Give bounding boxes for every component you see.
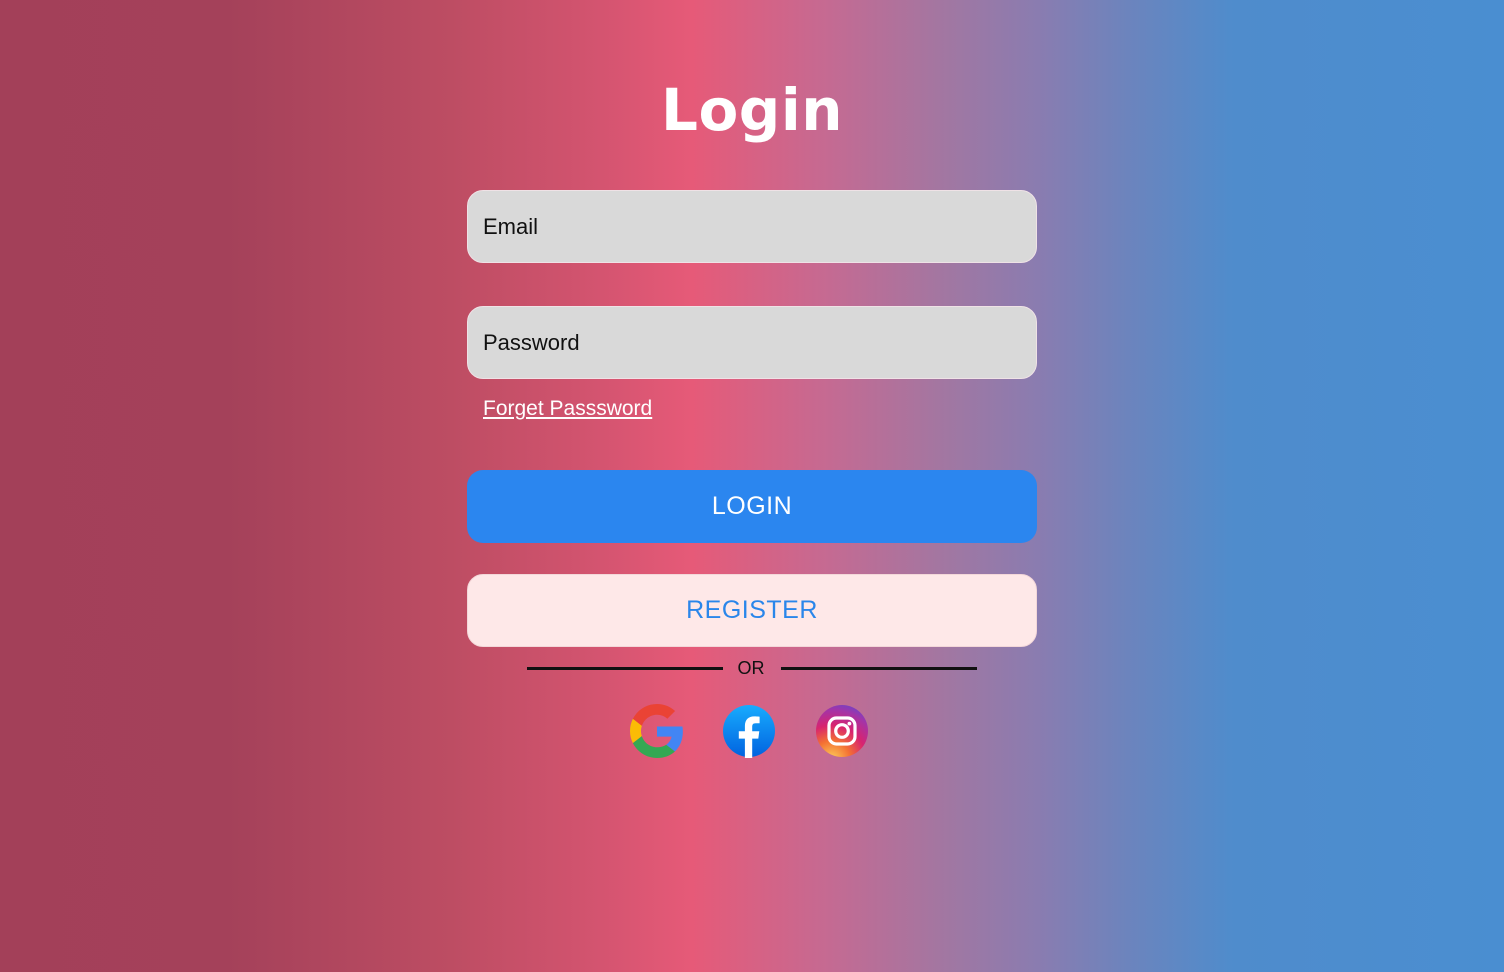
password-field-container[interactable] xyxy=(467,306,1037,379)
instagram-icon xyxy=(816,705,868,757)
email-field-container[interactable] xyxy=(467,190,1037,263)
divider-line-right xyxy=(781,667,977,670)
instagram-login-button[interactable] xyxy=(815,704,869,758)
facebook-login-button[interactable] xyxy=(722,704,776,758)
page-title: Login xyxy=(661,76,843,144)
email-input[interactable] xyxy=(483,191,1036,262)
google-login-button[interactable] xyxy=(630,704,684,758)
google-icon xyxy=(630,704,683,758)
divider-line-left xyxy=(527,667,723,670)
login-button[interactable]: LOGIN xyxy=(467,470,1037,543)
password-input[interactable] xyxy=(483,307,1036,378)
forgot-password-link[interactable]: Forget Passsword xyxy=(483,397,652,421)
divider-or-text: OR xyxy=(737,658,765,678)
register-button[interactable]: REGISTER xyxy=(467,574,1037,647)
facebook-icon xyxy=(723,705,775,758)
